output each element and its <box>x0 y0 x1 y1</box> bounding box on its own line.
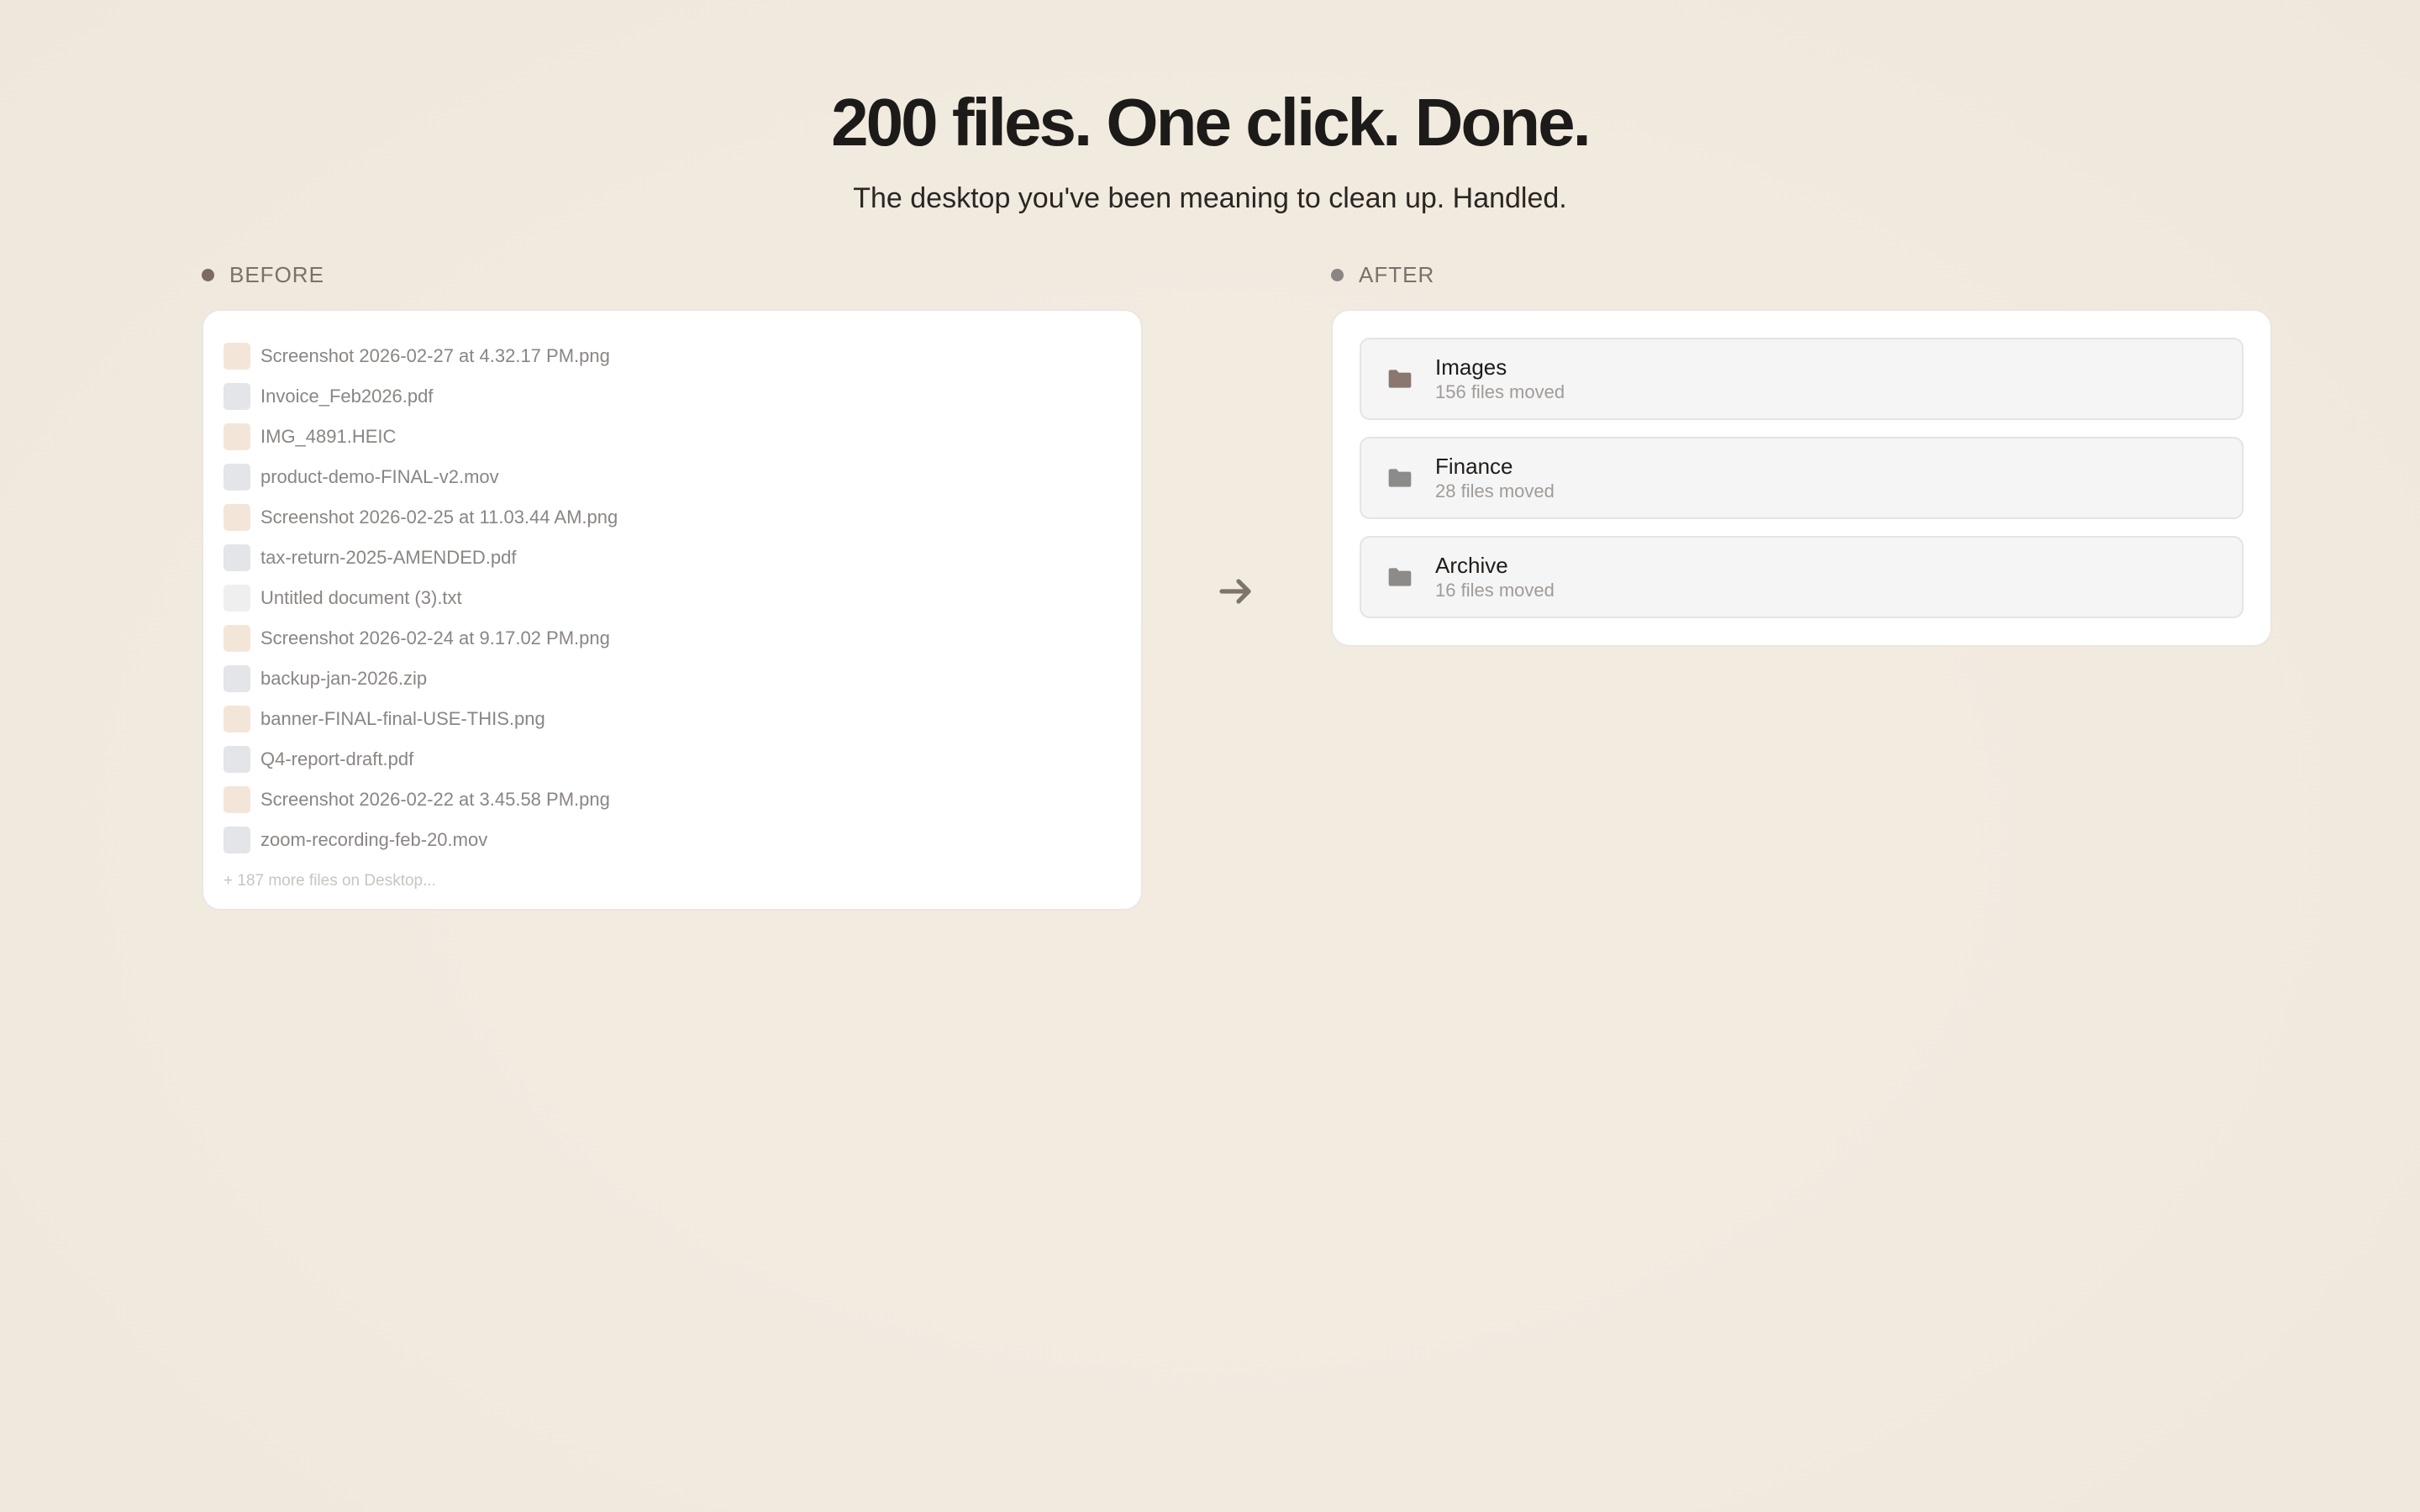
file-name: Untitled document (3).txt <box>260 587 462 608</box>
before-file-list: Screenshot 2026-02-27 at 4.32.17 PM.png … <box>202 309 1143 911</box>
file-row: Screenshot 2026-02-24 at 9.17.02 PM.png <box>224 618 1121 659</box>
file-row: IMG_4891.HEIC <box>224 417 1121 457</box>
folder-name: Finance <box>1435 454 1513 479</box>
hero: 200 files. One click. Done. The desktop … <box>0 82 2420 217</box>
file-row: product-demo-FINAL-v2.mov <box>224 457 1121 497</box>
file-name: Screenshot 2026-02-24 at 9.17.02 PM.png <box>260 627 610 648</box>
folder-name: Images <box>1435 354 1507 380</box>
file-row: banner-FINAL-final-USE-THIS.png <box>224 699 1121 739</box>
archive-file-icon <box>224 665 250 692</box>
folder-icon <box>1388 568 1412 586</box>
file-name: Invoice_Feb2026.pdf <box>260 386 434 407</box>
text-file-icon <box>224 585 250 612</box>
folder-count: 156 files moved <box>1435 381 1565 402</box>
image-file-icon <box>224 504 250 531</box>
before-label: BEFORE <box>202 262 324 288</box>
file-row: Screenshot 2026-02-27 at 4.32.17 PM.png <box>224 336 1121 376</box>
image-file-icon <box>224 343 250 370</box>
image-file-icon <box>224 625 250 652</box>
file-row: backup-jan-2026.zip <box>224 659 1121 699</box>
file-name: IMG_4891.HEIC <box>260 426 397 447</box>
page-subtitle: The desktop you've been meaning to clean… <box>853 182 1567 214</box>
file-name: Screenshot 2026-02-27 at 4.32.17 PM.png <box>260 345 610 366</box>
before-label-text: BEFORE <box>229 262 324 287</box>
arrow-right-icon <box>1219 579 1251 604</box>
after-folder-list: Images 156 files moved Finance 28 files … <box>1331 309 2272 647</box>
file-row: tax-return-2025-AMENDED.pdf <box>224 538 1121 578</box>
file-row: Untitled document (3).txt <box>224 578 1121 618</box>
file-name: backup-jan-2026.zip <box>260 668 428 689</box>
image-file-icon <box>224 786 250 813</box>
file-row: Q4-report-draft.pdf <box>224 739 1121 780</box>
video-file-icon <box>224 827 250 853</box>
file-name: Q4-report-draft.pdf <box>260 748 414 769</box>
video-file-icon <box>224 464 250 491</box>
after-label: AFTER <box>1331 262 1434 288</box>
folder-count: 28 files moved <box>1435 480 1555 501</box>
image-file-icon <box>224 423 250 450</box>
folder-row-archive[interactable]: Archive 16 files moved <box>1360 536 2244 618</box>
image-file-icon <box>224 706 250 732</box>
after-label-text: AFTER <box>1359 262 1435 287</box>
document-file-icon <box>224 383 250 410</box>
folder-row-images[interactable]: Images 156 files moved <box>1360 338 2244 420</box>
file-row: Screenshot 2026-02-25 at 11.03.44 AM.png <box>224 497 1121 538</box>
folder-name: Archive <box>1435 553 1508 578</box>
file-name: Screenshot 2026-02-22 at 3.45.58 PM.png <box>260 789 610 810</box>
folder-row-finance[interactable]: Finance 28 files moved <box>1360 437 2244 519</box>
before-dot-icon <box>202 269 214 281</box>
file-name: product-demo-FINAL-v2.mov <box>260 466 499 487</box>
file-row: Invoice_Feb2026.pdf <box>224 376 1121 417</box>
file-name: Screenshot 2026-02-25 at 11.03.44 AM.png <box>260 507 618 528</box>
file-row: Screenshot 2026-02-22 at 3.45.58 PM.png <box>224 780 1121 820</box>
more-files-note: + 187 more files on Desktop... <box>224 872 436 890</box>
page-title: 200 files. One click. Done. <box>831 85 1591 160</box>
file-name: banner-FINAL-final-USE-THIS.png <box>260 708 545 729</box>
document-file-icon <box>224 746 250 773</box>
file-row: zoom-recording-feb-20.mov <box>224 820 1121 860</box>
folder-icon <box>1388 370 1412 388</box>
file-name: tax-return-2025-AMENDED.pdf <box>260 547 517 568</box>
folder-count: 16 files moved <box>1435 580 1555 601</box>
folder-icon <box>1388 469 1412 487</box>
after-dot-icon <box>1331 269 1344 281</box>
file-name: zoom-recording-feb-20.mov <box>260 829 488 850</box>
document-file-icon <box>224 544 250 571</box>
